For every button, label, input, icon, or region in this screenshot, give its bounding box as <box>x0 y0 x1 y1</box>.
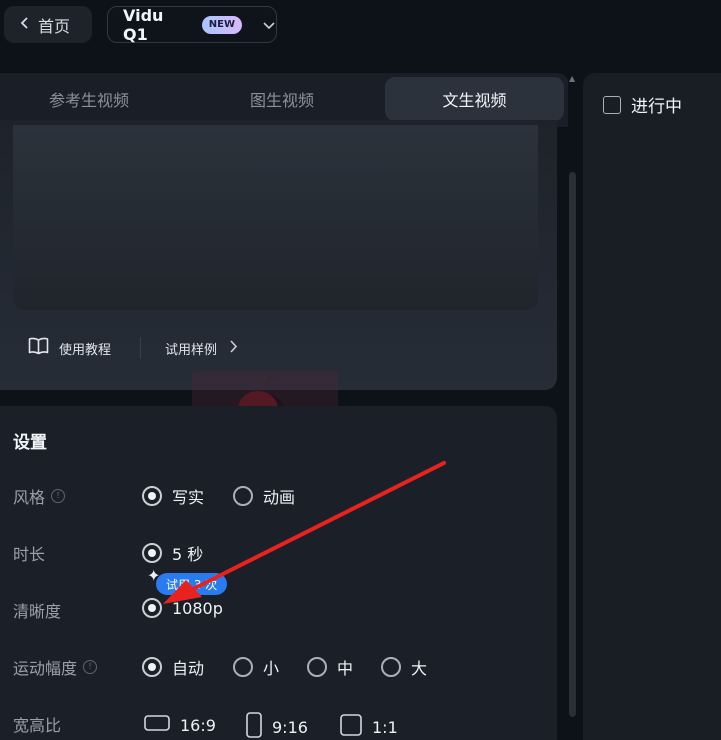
new-badge: NEW <box>201 15 242 34</box>
trial-badge: 试用 3 次 <box>156 573 228 595</box>
prompt-textarea[interactable] <box>13 125 538 310</box>
style-option-realistic[interactable]: 写实 <box>142 484 204 508</box>
option-label: 中 <box>337 659 354 678</box>
duration-option-5s[interactable]: 5 秒 <box>142 541 203 565</box>
settings-card <box>0 406 557 740</box>
tab-text-to-video[interactable]: 文生视频 <box>385 77 564 121</box>
radio-unselected-icon <box>233 486 253 506</box>
tutorial-button[interactable]: 使用教程 <box>28 336 111 360</box>
toolbar-divider <box>140 337 141 359</box>
style-label-text: 风格 <box>13 488 46 507</box>
scrollbar-thumb[interactable] <box>569 172 576 717</box>
motion-option-small[interactable]: 小 <box>233 655 279 679</box>
motion-label: 运动幅度 ! <box>13 655 98 679</box>
portrait-ratio-icon <box>246 712 262 740</box>
info-icon[interactable]: ! <box>83 660 98 674</box>
aspect-label: 宽高比 <box>13 712 61 736</box>
in-progress-filter[interactable]: 进行中 <box>603 92 682 117</box>
radio-unselected-icon <box>307 657 327 677</box>
radio-unselected-icon <box>381 657 401 677</box>
style-option-animation[interactable]: 动画 <box>233 484 295 508</box>
option-label: 5 秒 <box>172 545 204 564</box>
chevron-right-icon <box>229 339 238 358</box>
motion-label-text: 运动幅度 <box>13 659 78 678</box>
duration-label: 时长 <box>13 541 45 565</box>
radio-selected-icon <box>142 598 162 618</box>
motion-option-auto[interactable]: 自动 <box>142 655 204 679</box>
try-examples-button[interactable]: 试用样例 <box>165 336 238 360</box>
resolution-label: 清晰度 <box>13 598 61 622</box>
radio-selected-icon <box>142 657 162 677</box>
option-label: 小 <box>263 659 280 678</box>
motion-option-large[interactable]: 大 <box>381 655 427 679</box>
square-ratio-icon <box>340 714 362 740</box>
tab-reference-video[interactable]: 参考生视频 <box>0 77 178 121</box>
radio-selected-icon <box>142 486 162 506</box>
option-label: 1080p <box>172 598 223 618</box>
tab-image-to-video[interactable]: 图生视频 <box>192 77 372 121</box>
tab-label: 参考生视频 <box>48 91 129 110</box>
back-home-button[interactable]: 首页 <box>4 6 92 43</box>
duration-label-text: 时长 <box>13 545 46 564</box>
chevron-left-icon <box>20 15 30 34</box>
tab-label: 文生视频 <box>442 91 507 110</box>
aspect-option-9-16[interactable]: 9:16 <box>246 712 308 740</box>
option-label: 写实 <box>172 488 205 507</box>
radio-selected-icon <box>142 543 162 563</box>
aspect-label-text: 宽高比 <box>13 716 62 735</box>
model-select[interactable]: Vidu Q1 NEW <box>107 5 277 44</box>
back-home-label: 首页 <box>38 16 71 36</box>
option-label: 1:1 <box>372 717 398 737</box>
motion-option-medium[interactable]: 中 <box>307 655 353 679</box>
book-icon <box>28 337 49 359</box>
info-icon[interactable]: ! <box>51 489 66 503</box>
radio-unselected-icon <box>233 657 253 677</box>
in-progress-label: 进行中 <box>631 97 682 117</box>
settings-title: 设置 <box>13 433 47 453</box>
option-label: 大 <box>411 659 428 678</box>
chevron-down-icon <box>262 15 276 34</box>
option-label: 动画 <box>263 488 296 507</box>
tutorial-label: 使用教程 <box>59 342 112 358</box>
model-name: Vidu Q1 <box>123 5 164 44</box>
sparkle-icon: ✦ <box>147 566 161 585</box>
resolution-label-text: 清晰度 <box>13 602 62 621</box>
option-label: 9:16 <box>272 717 308 737</box>
task-panel <box>583 73 721 740</box>
option-label: 自动 <box>172 659 205 678</box>
resolution-option-1080p[interactable]: 1080p <box>142 598 223 618</box>
option-label: 16:9 <box>180 715 216 735</box>
aspect-option-16-9[interactable]: 16:9 <box>144 715 216 735</box>
tab-label: 图生视频 <box>249 91 314 110</box>
examples-label: 试用样例 <box>165 342 218 358</box>
checkbox-icon[interactable] <box>603 95 621 114</box>
aspect-option-1-1[interactable]: 1:1 <box>340 714 398 740</box>
landscape-ratio-icon <box>144 715 170 735</box>
scroll-up-icon[interactable]: ▲ <box>569 74 575 83</box>
style-label: 风格 ! <box>13 484 66 508</box>
